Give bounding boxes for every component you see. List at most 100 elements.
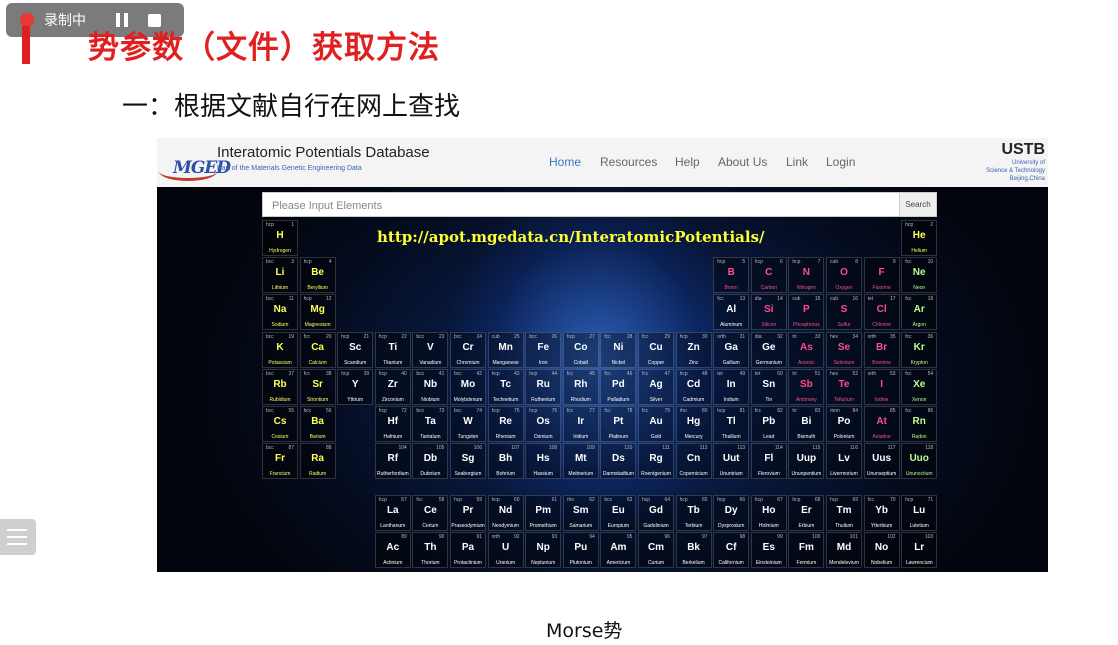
element-cell-cn[interactable]: 112 Cn Copernicium xyxy=(675,443,712,480)
element-cell-sn[interactable]: tet 50 Sn Tin xyxy=(750,368,787,405)
element-cell-h[interactable]: hcp 1 H Hydrogen xyxy=(262,220,298,256)
element-cell-kr[interactable]: fcc 36 Kr Krypton xyxy=(901,331,938,368)
element-cell-la[interactable]: hcp 57 La Lanthanum xyxy=(374,495,411,531)
element-cell-rf[interactable]: 104 Rf Rutherfordium xyxy=(374,443,411,480)
element-cell-cm[interactable]: 96 Cm Curium xyxy=(638,532,674,569)
menu-list-button[interactable] xyxy=(0,519,36,555)
element-cell-no[interactable]: 102 No Nobelium xyxy=(863,532,900,569)
element-cell-mn[interactable]: cub 25 Mn Manganese xyxy=(487,331,524,368)
element-cell-rg[interactable]: 111 Rg Roentgenium xyxy=(638,443,674,480)
element-cell-os[interactable]: hcp 76 Os Osmium xyxy=(525,406,562,442)
element-cell-s[interactable]: cub 16 S Sulfur xyxy=(826,294,862,331)
element-cell-br[interactable]: orth 35 Br Bromine xyxy=(863,331,900,368)
element-cell-db[interactable]: 105 Db Dubnium xyxy=(412,443,449,480)
element-cell-hf[interactable]: hcp 72 Hf Hafnium xyxy=(374,406,411,442)
element-cell-rh[interactable]: fcc 45 Rh Rhodium xyxy=(562,368,599,405)
element-cell-se[interactable]: hex 34 Se Selenium xyxy=(826,331,862,368)
element-cell-sb[interactable]: tri 51 Sb Antimony xyxy=(788,368,825,405)
element-cell-y[interactable]: hcp 39 Y Yttrium xyxy=(337,368,374,405)
element-cell-yb[interactable]: fcc 70 Yb Ytterbium xyxy=(863,495,900,531)
element-cell-sr[interactable]: fcc 38 Sr Strontium xyxy=(299,368,336,405)
element-cell-tb[interactable]: hcp 65 Tb Terbium xyxy=(675,495,712,531)
element-cell-sc[interactable]: hcp 21 Sc Scandium xyxy=(337,331,374,368)
element-cell-b[interactable]: hcp 5 B Boron xyxy=(713,257,750,294)
mged-logo[interactable]: MGED xyxy=(159,147,231,181)
element-cell-lr[interactable]: 103 Lr Lawrencium xyxy=(901,532,938,569)
element-cell-uut[interactable]: 113 Uut Ununtrium xyxy=(713,443,750,480)
element-cell-f[interactable]: 9 F Fluorine xyxy=(863,257,900,294)
element-cell-tl[interactable]: hcp 81 Tl Thallium xyxy=(713,406,750,442)
element-cell-ag[interactable]: fcc 47 Ag Silver xyxy=(638,368,674,405)
element-cell-pd[interactable]: fcc 46 Pd Palladium xyxy=(600,368,637,405)
element-cell-ac[interactable]: 89 Ac Actinium xyxy=(374,532,411,569)
element-cell-n[interactable]: hcp 7 N Nitrogen xyxy=(788,257,825,294)
element-cell-sg[interactable]: 106 Sg Seaborgium xyxy=(450,443,486,480)
element-cell-li[interactable]: bcc 3 Li Lithium xyxy=(262,257,298,294)
search-button[interactable]: Search xyxy=(899,192,937,217)
element-cell-sm[interactable]: rho 62 Sm Samarium xyxy=(562,495,599,531)
element-cell-fl[interactable]: 114 Fl Flerovium xyxy=(750,443,787,480)
element-cell-po[interactable]: mon 84 Po Polonium xyxy=(826,406,862,442)
element-cell-np[interactable]: 93 Np Neptunium xyxy=(525,532,562,569)
element-cell-cs[interactable]: bcc 55 Cs Cesium xyxy=(262,406,298,442)
element-cell-bh[interactable]: 107 Bh Bohrium xyxy=(487,443,524,480)
element-cell-p[interactable]: cub 15 P Phosphorus xyxy=(788,294,825,331)
element-cell-th[interactable]: 90 Th Thorium xyxy=(412,532,449,569)
element-cell-ce[interactable]: fcc 58 Ce Cerium xyxy=(412,495,449,531)
nav-link[interactable]: Link xyxy=(786,155,808,169)
element-cell-al[interactable]: fcc 13 Al Aluminum xyxy=(713,294,750,331)
element-cell-bk[interactable]: 97 Bk Berkelium xyxy=(675,532,712,569)
element-cell-rb[interactable]: bcc 37 Rb Rubidium xyxy=(262,368,298,405)
element-cell-nb[interactable]: bcc 41 Nb Niobium xyxy=(412,368,449,405)
element-cell-lu[interactable]: hcp 71 Lu Lutetium xyxy=(901,495,938,531)
element-cell-ra[interactable]: 88 Ra Radium xyxy=(299,443,336,480)
element-cell-as[interactable]: tri 33 As Arsenic xyxy=(788,331,825,368)
element-cell-zn[interactable]: hcp 30 Zn Zinc xyxy=(675,331,712,368)
element-cell-o[interactable]: cub 8 O Oxygen xyxy=(826,257,862,294)
element-cell-ca[interactable]: fcc 20 Ca Calcium xyxy=(299,331,336,368)
element-cell-xe[interactable]: fcc 54 Xe Xenon xyxy=(901,368,938,405)
element-cell-mt[interactable]: 109 Mt Meitnerium xyxy=(562,443,599,480)
element-cell-na[interactable]: bcc 11 Na Sodium xyxy=(262,294,298,331)
element-cell-bi[interactable]: tri 83 Bi Bismuth xyxy=(788,406,825,442)
element-cell-ne[interactable]: fcc 10 Ne Neon xyxy=(901,257,938,294)
element-cell-c[interactable]: hcp 6 C Carbon xyxy=(750,257,787,294)
nav-login[interactable]: Login xyxy=(826,155,855,169)
nav-about-us[interactable]: About Us xyxy=(718,155,767,169)
element-cell-dy[interactable]: hcp 66 Dy Dysprosium xyxy=(713,495,750,531)
element-cell-pu[interactable]: 94 Pu Plutonium xyxy=(562,532,599,569)
element-cell-uup[interactable]: 115 Uup Ununpentium xyxy=(788,443,825,480)
element-cell-mg[interactable]: hcp 12 Mg Magnesium xyxy=(299,294,336,331)
element-cell-tm[interactable]: hcp 69 Tm Thulium xyxy=(826,495,862,531)
element-cell-v[interactable]: bcc 23 V Vanadium xyxy=(412,331,449,368)
element-cell-fe[interactable]: bcc 26 Fe Iron xyxy=(525,331,562,368)
element-cell-w[interactable]: bcc 74 W Tungsten xyxy=(450,406,486,442)
element-cell-ho[interactable]: hcp 67 Ho Holmium xyxy=(750,495,787,531)
element-cell-fr[interactable]: bcc 87 Fr Francium xyxy=(262,443,298,480)
element-cell-cf[interactable]: 98 Cf Californium xyxy=(713,532,750,569)
element-cell-cr[interactable]: bcc 24 Cr Chromium xyxy=(450,331,486,368)
element-cell-ru[interactable]: hcp 44 Ru Ruthenium xyxy=(525,368,562,405)
element-cell-lv[interactable]: 116 Lv Livermorium xyxy=(826,443,862,480)
element-cell-uuo[interactable]: 118 Uuo Ununoctium xyxy=(901,443,938,480)
element-cell-re[interactable]: hcp 75 Re Rhenium xyxy=(487,406,524,442)
element-cell-cl[interactable]: tet 17 Cl Chlorine xyxy=(863,294,900,331)
element-cell-ir[interactable]: fcc 77 Ir Iridium xyxy=(562,406,599,442)
element-cell-be[interactable]: hcp 4 Be Beryllium xyxy=(299,257,336,294)
nav-resources[interactable]: Resources xyxy=(600,155,657,169)
element-cell-u[interactable]: orth 92 U Uranium xyxy=(487,532,524,569)
element-cell-pm[interactable]: 61 Pm Promethium xyxy=(525,495,562,531)
element-cell-cd[interactable]: hcp 48 Cd Cadmium xyxy=(675,368,712,405)
element-cell-nd[interactable]: hcp 60 Nd Neodymium xyxy=(487,495,524,531)
element-cell-te[interactable]: hex 52 Te Tellurium xyxy=(826,368,862,405)
element-cell-cu[interactable]: fcc 29 Cu Copper xyxy=(638,331,674,368)
element-cell-tc[interactable]: hcp 43 Tc Technetium xyxy=(487,368,524,405)
element-cell-he[interactable]: hcp 2 He Helium xyxy=(901,220,938,256)
element-cell-si[interactable]: dia 14 Si Silicon xyxy=(750,294,787,331)
element-cell-er[interactable]: hcp 68 Er Erbium xyxy=(788,495,825,531)
element-cell-pr[interactable]: hcp 59 Pr Praseodymium xyxy=(450,495,486,531)
element-cell-ba[interactable]: bcc 56 Ba Barium xyxy=(299,406,336,442)
element-search-input[interactable] xyxy=(263,193,894,218)
element-cell-ta[interactable]: bcc 73 Ta Tantalum xyxy=(412,406,449,442)
element-cell-es[interactable]: 99 Es Einsteinium xyxy=(750,532,787,569)
